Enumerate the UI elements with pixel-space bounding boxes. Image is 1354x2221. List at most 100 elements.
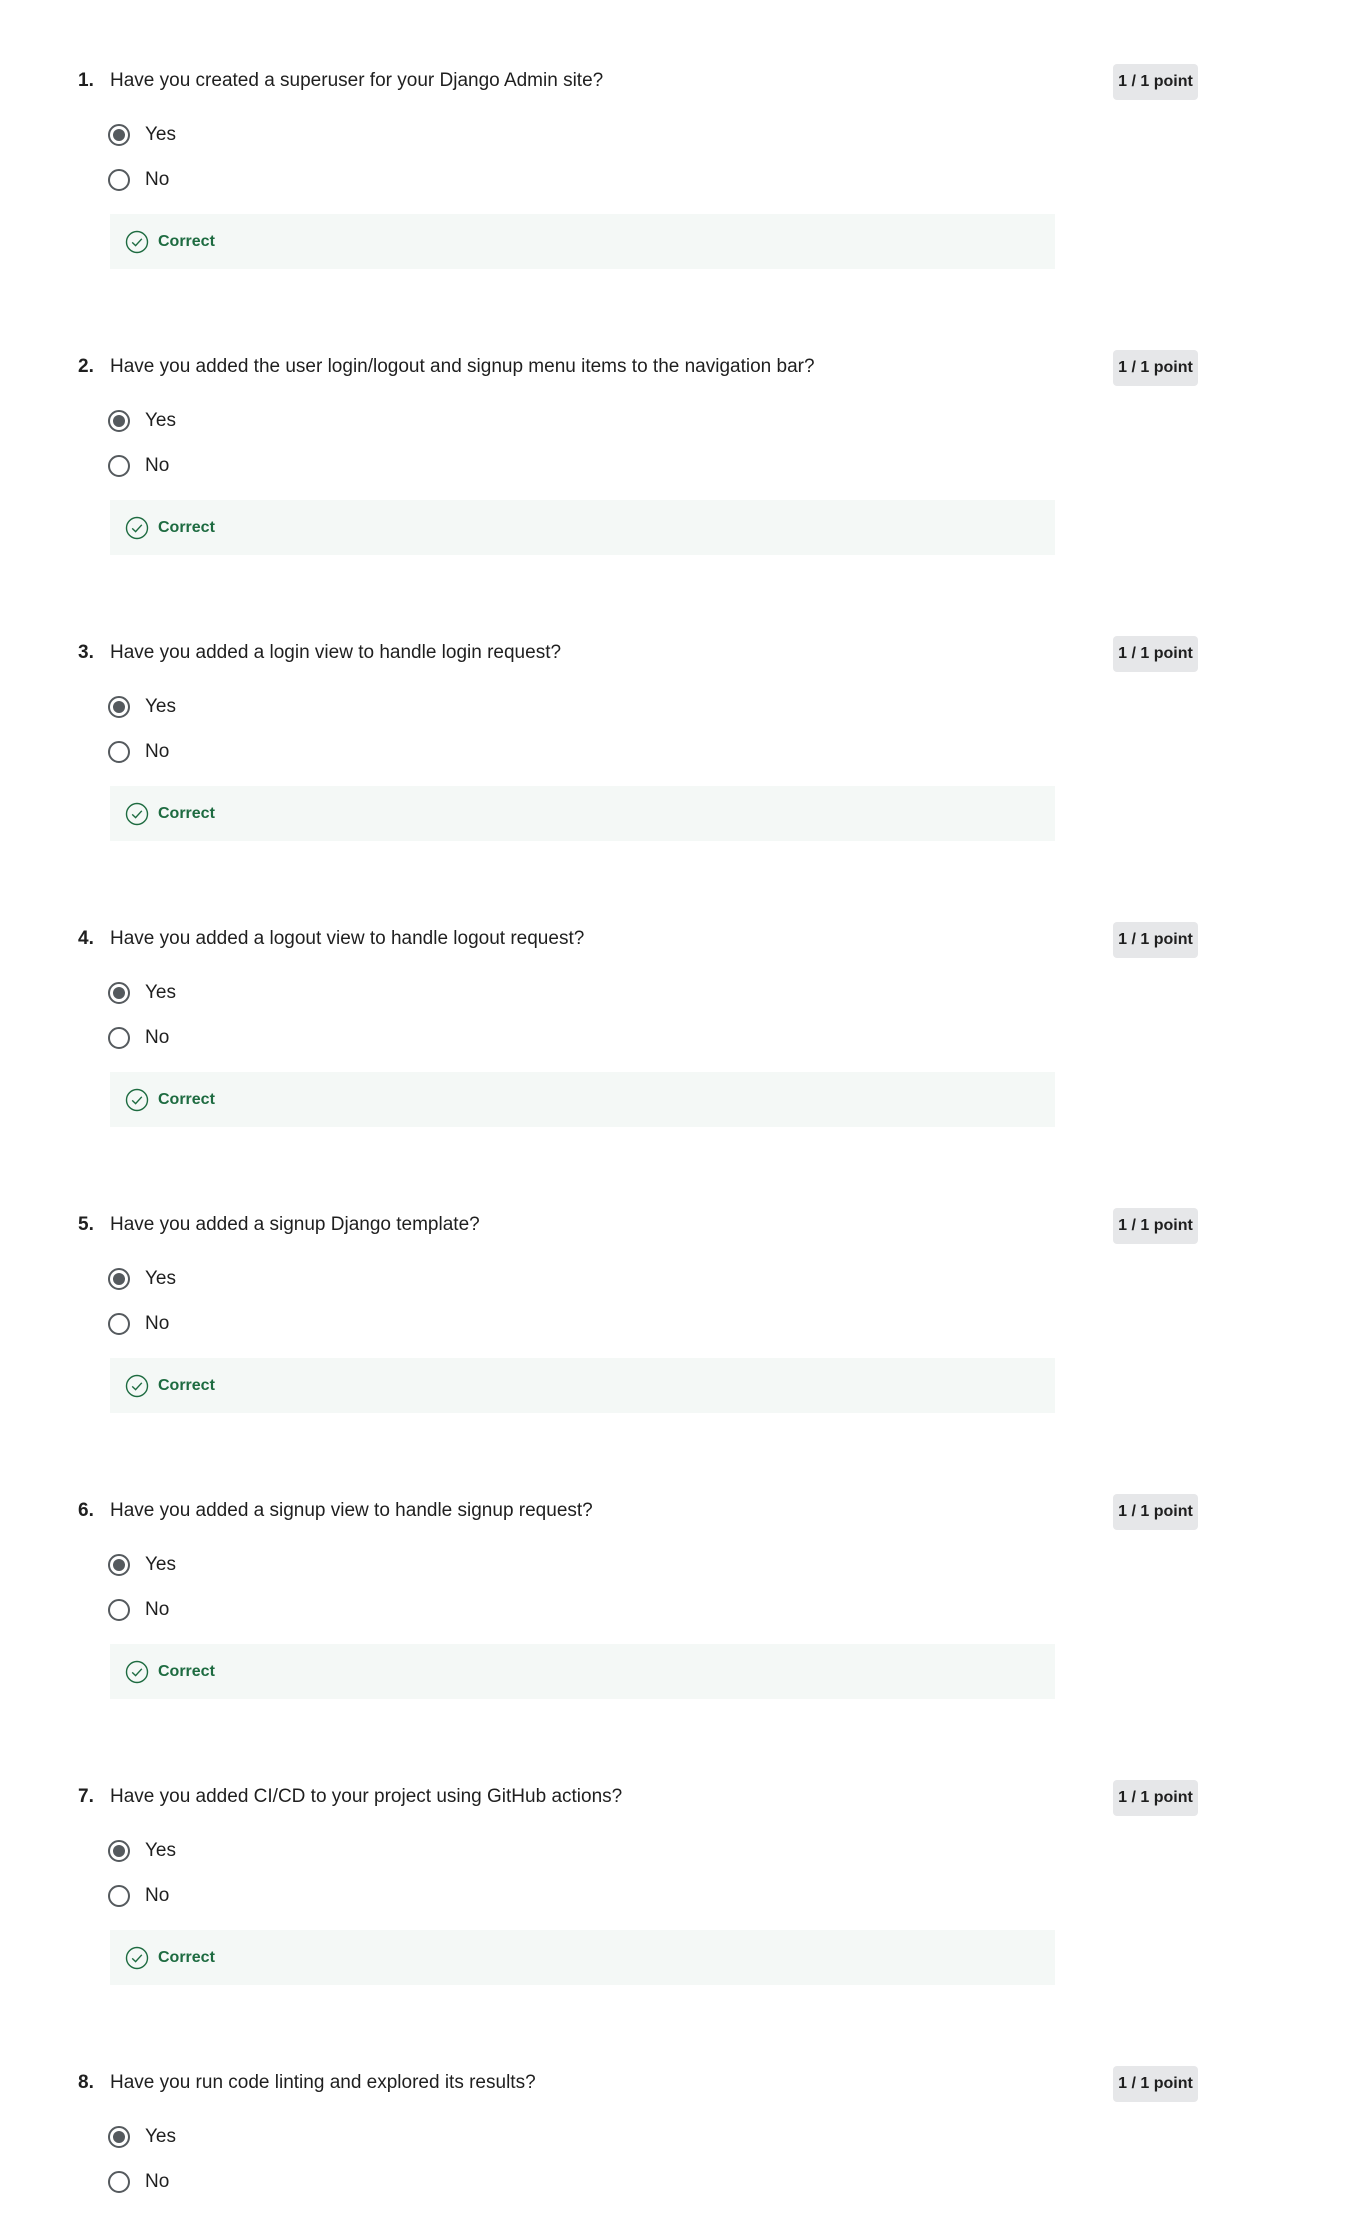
question-number: 2. <box>78 356 94 377</box>
option-label: No <box>145 741 170 762</box>
radio-selected-icon[interactable] <box>108 410 130 432</box>
option-label: Yes <box>145 124 176 145</box>
option-yes[interactable]: Yes <box>108 1840 176 1862</box>
option-no[interactable]: No <box>108 455 169 477</box>
option-no[interactable]: No <box>108 169 169 191</box>
feedback-panel: Correct <box>110 1930 1055 1985</box>
question-text: Have you added a signup view to handle s… <box>110 1500 593 1521</box>
option-label: Yes <box>145 1268 176 1289</box>
option-label: No <box>145 2171 170 2192</box>
question-number: 8. <box>78 2072 94 2093</box>
radio-selected-icon[interactable] <box>108 1840 130 1862</box>
feedback-panel: Correct <box>110 786 1055 841</box>
question-header: 8. Have you run code linting and explore… <box>78 2070 536 2096</box>
option-yes[interactable]: Yes <box>108 2126 176 2148</box>
question-1: 1. Have you created a superuser for your… <box>0 0 1354 286</box>
feedback-panel: Correct <box>110 500 1055 555</box>
feedback-label: Correct <box>158 1948 215 1966</box>
radio-unselected-icon[interactable] <box>108 455 130 477</box>
radio-selected-icon[interactable] <box>108 2126 130 2148</box>
radio-selected-icon[interactable] <box>108 982 130 1004</box>
points-badge: 1 / 1 point <box>1113 1494 1198 1530</box>
points-badge: 1 / 1 point <box>1113 636 1198 672</box>
question-6: 6. Have you added a signup view to handl… <box>0 1430 1354 1716</box>
points-badge: 1 / 1 point <box>1113 350 1198 386</box>
feedback-panel: Correct <box>110 1358 1055 1413</box>
question-header: 3. Have you added a login view to handle… <box>78 640 561 666</box>
question-number: 5. <box>78 1214 94 1235</box>
points-badge: 1 / 1 point <box>1113 1780 1198 1816</box>
option-label: No <box>145 169 170 190</box>
check-circle-icon <box>125 802 149 825</box>
option-yes[interactable]: Yes <box>108 410 176 432</box>
option-yes[interactable]: Yes <box>108 696 176 718</box>
radio-selected-icon[interactable] <box>108 1268 130 1290</box>
option-label: No <box>145 1027 170 1048</box>
radio-unselected-icon[interactable] <box>108 1027 130 1049</box>
question-number: 3. <box>78 642 94 663</box>
points-badge: 1 / 1 point <box>1113 922 1198 958</box>
question-header: 4. Have you added a logout view to handl… <box>78 926 584 952</box>
question-text: Have you added CI/CD to your project usi… <box>110 1786 623 1807</box>
option-label: No <box>145 1885 170 1906</box>
feedback-label: Correct <box>158 1090 215 1108</box>
check-circle-icon <box>125 1088 149 1111</box>
feedback-label: Correct <box>158 1376 215 1394</box>
radio-selected-icon[interactable] <box>108 124 130 146</box>
option-no[interactable]: No <box>108 1313 169 1335</box>
check-circle-icon <box>125 230 149 253</box>
option-label: No <box>145 455 170 476</box>
question-text: Have you added a signup Django template? <box>110 1214 480 1235</box>
question-text: Have you created a superuser for your Dj… <box>110 70 604 91</box>
option-yes[interactable]: Yes <box>108 1554 176 1576</box>
feedback-panel: Correct <box>110 1644 1055 1699</box>
question-number: 4. <box>78 928 94 949</box>
question-2: 2. Have you added the user login/logout … <box>0 286 1354 572</box>
check-circle-icon <box>125 516 149 539</box>
option-no[interactable]: No <box>108 2171 169 2193</box>
question-header: 1. Have you created a superuser for your… <box>78 68 603 94</box>
option-label: No <box>145 1313 170 1334</box>
feedback-label: Correct <box>158 1662 215 1680</box>
question-header: 5. Have you added a signup Django templa… <box>78 1212 480 1238</box>
radio-unselected-icon[interactable] <box>108 1599 130 1621</box>
option-label: Yes <box>145 410 176 431</box>
radio-unselected-icon[interactable] <box>108 2171 130 2193</box>
question-header: 7. Have you added CI/CD to your project … <box>78 1784 622 1810</box>
question-text: Have you run code linting and explored i… <box>110 2072 536 2093</box>
question-number: 1. <box>78 70 94 91</box>
question-7: 7. Have you added CI/CD to your project … <box>0 1716 1354 2002</box>
check-circle-icon <box>125 1374 149 1397</box>
question-text: Have you added the user login/logout and… <box>110 356 815 377</box>
radio-selected-icon[interactable] <box>108 696 130 718</box>
radio-unselected-icon[interactable] <box>108 1885 130 1907</box>
feedback-panel: Correct <box>110 214 1055 269</box>
option-no[interactable]: No <box>108 741 169 763</box>
points-badge: 1 / 1 point <box>1113 2066 1198 2102</box>
feedback-label: Correct <box>158 518 215 536</box>
option-no[interactable]: No <box>108 1027 169 1049</box>
option-label: Yes <box>145 1554 176 1575</box>
question-text: Have you added a logout view to handle l… <box>110 928 585 949</box>
radio-unselected-icon[interactable] <box>108 1313 130 1335</box>
question-4: 4. Have you added a logout view to handl… <box>0 858 1354 1144</box>
radio-unselected-icon[interactable] <box>108 169 130 191</box>
points-badge: 1 / 1 point <box>1113 64 1198 100</box>
question-header: 6. Have you added a signup view to handl… <box>78 1498 593 1524</box>
option-no[interactable]: No <box>108 1885 169 1907</box>
radio-unselected-icon[interactable] <box>108 741 130 763</box>
question-text: Have you added a login view to handle lo… <box>110 642 562 663</box>
option-label: Yes <box>145 2126 176 2147</box>
radio-selected-icon[interactable] <box>108 1554 130 1576</box>
option-label: Yes <box>145 696 176 717</box>
check-circle-icon <box>125 1946 149 1969</box>
option-label: Yes <box>145 1840 176 1861</box>
option-yes[interactable]: Yes <box>108 1268 176 1290</box>
option-yes[interactable]: Yes <box>108 982 176 1004</box>
feedback-label: Correct <box>158 232 215 250</box>
option-label: No <box>145 1599 170 1620</box>
option-no[interactable]: No <box>108 1599 169 1621</box>
option-yes[interactable]: Yes <box>108 124 176 146</box>
question-3: 3. Have you added a login view to handle… <box>0 572 1354 858</box>
question-8: 8. Have you run code linting and explore… <box>0 2002 1354 2221</box>
